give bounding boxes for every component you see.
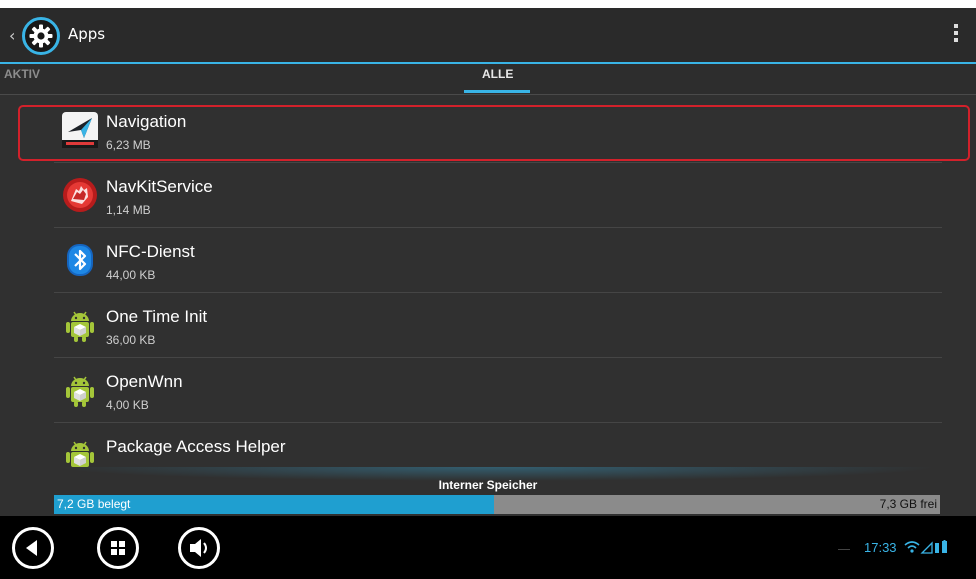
list-item[interactable]: One Time Init 36,00 KB [54,293,942,358]
divider [0,94,976,95]
app-name: Package Access Helper [106,437,286,456]
bluetooth-icon [62,242,98,278]
android-icon [62,307,98,343]
app-size: 44,00 KB [106,268,156,282]
app-size: 1,14 MB [106,203,151,217]
chevron-left-icon[interactable]: ‹ [9,27,19,45]
storage-label: Interner Speicher [438,478,538,492]
clock[interactable]: 17:33 [864,540,897,555]
storage-bar: 7,2 GB belegt 7,3 GB frei [54,495,940,514]
list-item[interactable]: NFC-Dienst 44,00 KB [54,228,942,293]
storage-used-text: 7,2 GB belegt [57,497,131,511]
back-icon[interactable] [12,527,54,569]
divider [838,549,850,550]
list-item[interactable]: Package Access Helper [54,423,942,468]
list-item[interactable]: NavKitService 1,14 MB [54,163,942,228]
screen: ‹ Apps AKTIV ALLE Navigation 6,23 MB Nav… [0,0,976,579]
tab-selected-indicator [464,90,530,93]
app-size: 4,00 KB [106,398,149,412]
overflow-menu-icon[interactable] [951,24,961,48]
android-icon [62,437,98,468]
signal-icon [920,541,933,554]
home-grid-icon[interactable] [97,527,139,569]
android-icon [62,372,98,408]
list-item[interactable]: OpenWnn 4,00 KB [54,358,942,423]
status-icons[interactable] [904,540,948,557]
settings-gear-icon[interactable] [22,17,60,55]
tab-alle[interactable]: ALLE [482,67,513,81]
storage-free-text: 7,3 GB frei [879,497,937,511]
app-name: NFC-Dienst [106,242,195,261]
volume-icon[interactable] [178,527,220,569]
page-title: Apps [68,25,106,43]
app-name: One Time Init [106,307,208,326]
selected-item-highlight [18,105,970,161]
app-name: OpenWnn [106,372,183,391]
battery-icon [935,540,947,553]
tab-bar: AKTIV ALLE [0,64,976,94]
tablet-screen: ‹ Apps AKTIV ALLE Navigation 6,23 MB Nav… [0,8,976,579]
wifi-icon [904,541,920,553]
tab-aktiv[interactable]: AKTIV [4,67,40,81]
action-bar: ‹ Apps [0,8,976,62]
app-name: NavKitService [106,177,213,196]
navkit-hand-icon [62,177,98,213]
app-size: 36,00 KB [106,333,156,347]
system-navigation-bar: 17:33 [0,516,976,579]
